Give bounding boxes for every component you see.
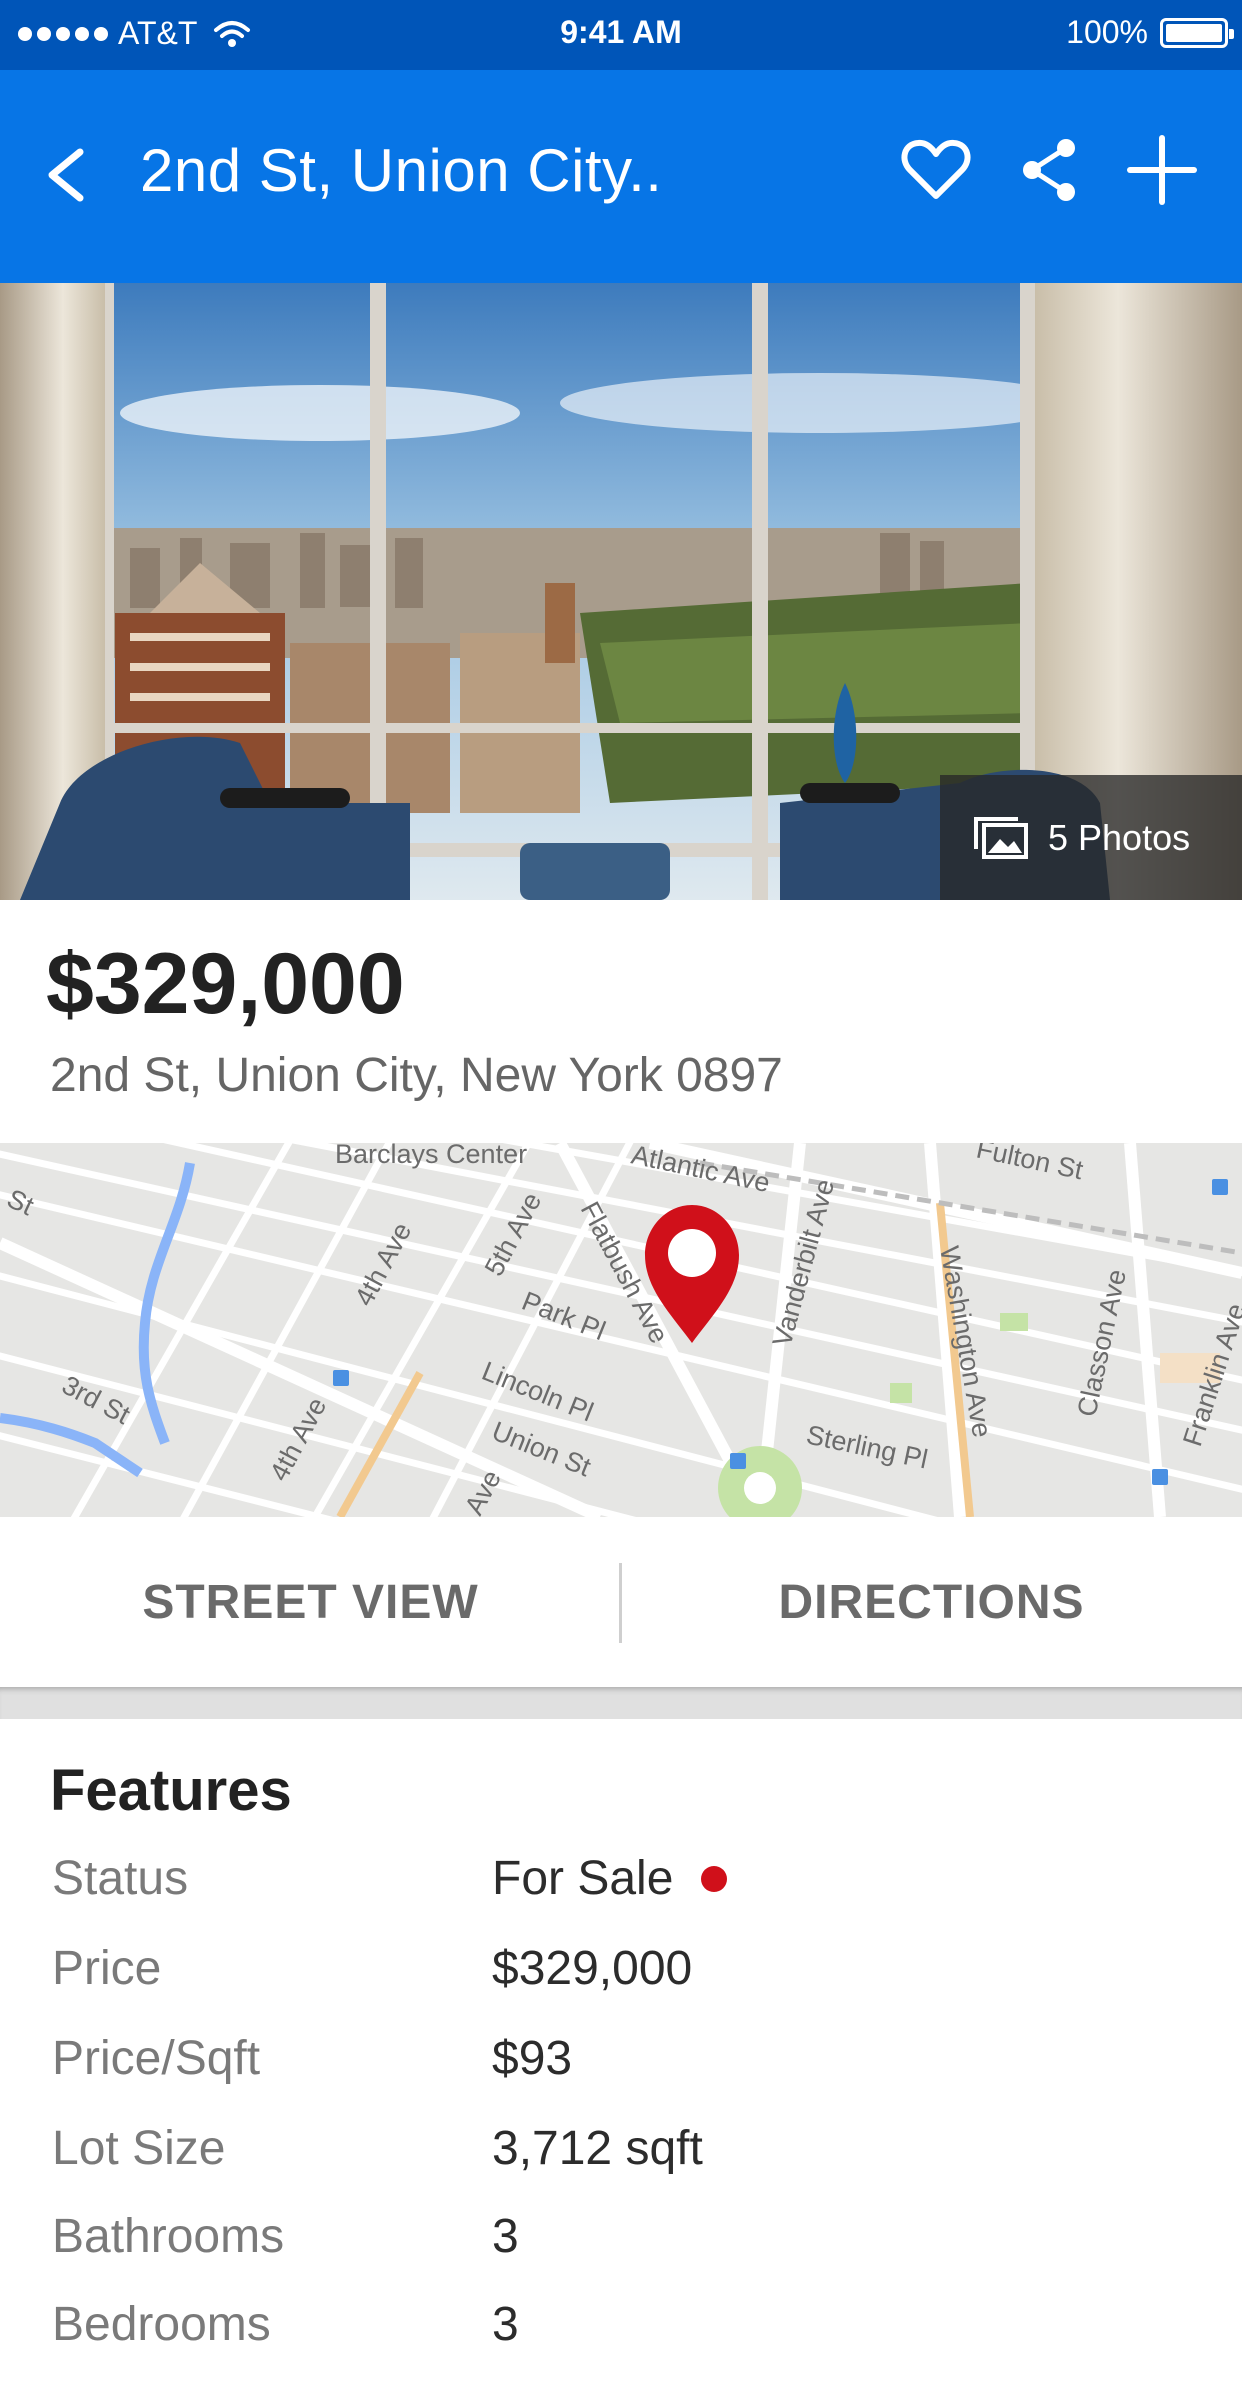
status-time: 9:41 AM <box>560 14 682 50</box>
page-title: 2nd St, Union City.. <box>140 137 663 204</box>
feature-row-price-sqft: Price/Sqft $93 <box>0 2031 1242 2111</box>
share-icon[interactable] <box>1010 130 1090 210</box>
street-view-button[interactable]: STREET VIEW <box>0 1517 621 1687</box>
status-indicator-dot <box>701 1865 728 1892</box>
heart-icon[interactable] <box>896 130 976 210</box>
battery-percent: 100% <box>1066 14 1148 50</box>
feature-row-bathrooms: Bathrooms 3 <box>0 2209 1242 2289</box>
features-section: Features Status For Sale Price $329,000 … <box>0 1719 1242 2408</box>
status-bar: AT&T 9:41 AM 100% <box>0 0 1242 70</box>
map-tiles: Barclays Center Atlantic Ave Fulton St S… <box>0 1143 1242 1517</box>
feature-row-status: Status For Sale <box>0 1851 1242 1931</box>
feature-label: Bathrooms <box>52 2210 285 2263</box>
photos-count-badge[interactable]: 5 Photos <box>940 775 1242 900</box>
app-bar: 2nd St, Union City.. <box>0 70 1242 283</box>
property-photo[interactable]: 5 Photos <box>0 283 1242 900</box>
feature-row-bedrooms: Bedrooms 3 <box>0 2297 1242 2377</box>
feature-value: 3 <box>492 2210 519 2263</box>
add-icon[interactable] <box>1122 130 1202 210</box>
feature-label: Bedrooms <box>52 2298 271 2351</box>
feature-label: Lot Size <box>52 2122 226 2175</box>
feature-value: $93 <box>492 2032 573 2085</box>
location-map[interactable]: Barclays Center Atlantic Ave Fulton St S… <box>0 1143 1242 1517</box>
feature-label: Price <box>52 1942 162 1995</box>
feature-label: Price/Sqft <box>52 2032 261 2085</box>
feature-value: 3,712 sqft <box>492 2122 703 2175</box>
feature-value: For Sale <box>492 1851 728 1906</box>
gallery-icon <box>974 816 1028 859</box>
listing-address: 2nd St, Union City, New York 0897 <box>50 1049 783 1102</box>
features-title: Features <box>50 1758 292 1823</box>
feature-value: $329,000 <box>492 1942 693 1995</box>
directions-button[interactable]: DIRECTIONS <box>621 1517 1242 1687</box>
map-label-barclays: Barclays Center <box>335 1143 527 1169</box>
battery-icon <box>1160 17 1234 48</box>
map-actions: STREET VIEW DIRECTIONS <box>0 1517 1242 1687</box>
status-value: For Sale <box>492 1852 674 1905</box>
back-icon[interactable] <box>40 140 100 210</box>
feature-row-lot-size: Lot Size 3,712 sqft <box>0 2121 1242 2201</box>
status-right: 100% <box>1066 14 1234 51</box>
photos-count-label: 5 Photos <box>1048 816 1191 858</box>
feature-value: 3 <box>492 2298 519 2351</box>
listing-price: $329,000 <box>46 936 405 1032</box>
section-separator <box>0 1687 1242 1719</box>
feature-label: Status <box>52 1852 189 1905</box>
feature-row-price: Price $329,000 <box>0 1941 1242 2021</box>
